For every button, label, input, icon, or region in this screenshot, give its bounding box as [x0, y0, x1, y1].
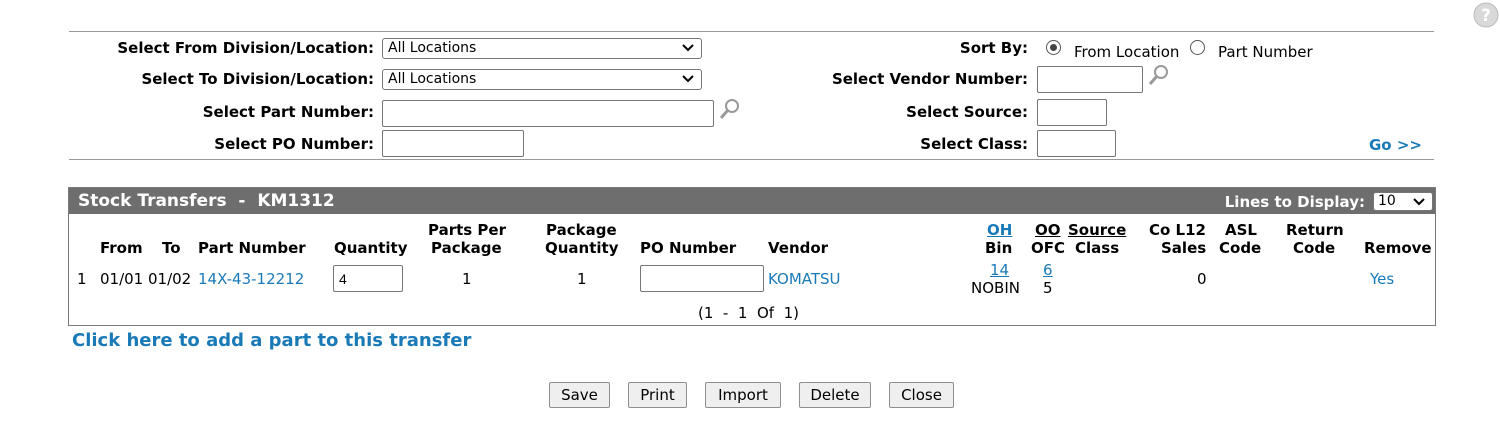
row-remove-link[interactable]: Yes	[1370, 270, 1394, 288]
col-source-sort-link[interactable]: Source	[1068, 221, 1126, 239]
row-vendor-link[interactable]: KOMATSU	[768, 270, 841, 288]
sort-part-number-radio[interactable]	[1190, 40, 1205, 55]
filter-bottom-divider	[69, 159, 1434, 160]
po-number-label: Select PO Number:	[214, 135, 374, 153]
vendor-input[interactable]	[1037, 66, 1143, 93]
add-part-link[interactable]: Click here to add a part to this transfe…	[72, 330, 471, 351]
col-part-number: Part Number	[198, 239, 306, 257]
row-to: 01/02	[148, 270, 192, 288]
panel-header: Stock Transfers - KM1312 Lines to Displa…	[69, 188, 1435, 214]
col-oo-label: OO	[1035, 221, 1061, 239]
col-to: To	[162, 239, 181, 257]
row-parts-per-package: 1	[462, 270, 472, 288]
part-number-label: Select Part Number:	[202, 103, 374, 121]
class-input[interactable]	[1037, 130, 1116, 157]
row-oh-link[interactable]: 14	[990, 261, 1009, 279]
to-division-value: All Locations	[388, 71, 477, 87]
col-vendor: Vendor	[768, 239, 829, 257]
search-icon[interactable]	[718, 97, 742, 121]
delete-button[interactable]: Delete	[799, 382, 871, 408]
chevron-down-icon	[682, 44, 694, 52]
save-button[interactable]: Save	[549, 382, 610, 408]
panel-title: Stock Transfers - KM1312	[78, 191, 335, 211]
col-asl: ASL	[1225, 221, 1257, 239]
stock-transfers-panel: Stock Transfers - KM1312 Lines to Displa…	[68, 187, 1436, 326]
col-from: From	[100, 239, 143, 257]
row-from: 01/01	[100, 270, 144, 288]
go-link[interactable]: Go >>	[1369, 136, 1422, 154]
col-oh-label: OH	[987, 221, 1013, 239]
row-oo-link[interactable]: 6	[1043, 261, 1053, 279]
chevron-down-icon	[1413, 198, 1425, 206]
print-button[interactable]: Print	[628, 382, 687, 408]
col-class: Class	[1075, 239, 1120, 257]
col-return-code: Code	[1293, 239, 1336, 257]
col-parts-per-package-1: Parts Per	[428, 221, 506, 239]
source-input[interactable]	[1037, 99, 1107, 126]
row-package-quantity: 1	[577, 270, 587, 288]
lines-to-display-value: 10	[1378, 193, 1396, 209]
import-button[interactable]: Import	[705, 382, 781, 408]
sort-from-location-radio[interactable]	[1046, 40, 1061, 55]
from-division-select[interactable]: All Locations	[382, 38, 702, 59]
col-sales: Sales	[1161, 239, 1207, 257]
col-bin: Bin	[985, 239, 1013, 257]
row-quantity-input[interactable]	[333, 265, 403, 292]
lines-to-display-select[interactable]: 10	[1373, 192, 1433, 211]
class-label: Select Class:	[920, 135, 1028, 153]
svg-text:?: ?	[1481, 6, 1491, 26]
col-co-l12: Co L12	[1149, 221, 1206, 239]
col-return: Return	[1286, 221, 1344, 239]
col-remove: Remove	[1364, 239, 1432, 257]
col-oh-sort-link[interactable]: OH	[987, 221, 1012, 239]
po-number-input[interactable]	[382, 130, 524, 157]
filter-top-divider	[69, 31, 1434, 32]
col-package-quantity-2: Quantity	[545, 239, 619, 257]
row-oh-value: 14	[990, 261, 1010, 279]
col-oo-sort-link[interactable]: OO	[1035, 221, 1061, 239]
sort-part-number-label: Part Number	[1218, 43, 1313, 61]
vendor-label: Select Vendor Number:	[831, 70, 1028, 88]
col-ofc: OFC	[1031, 239, 1066, 257]
source-label: Select Source:	[906, 103, 1028, 121]
row-bin: NOBIN	[971, 279, 1020, 297]
col-source-label: Source	[1068, 221, 1127, 239]
row-line-number: 1	[77, 270, 87, 288]
col-package-quantity-1: Package	[546, 221, 617, 239]
col-asl-code: Code	[1219, 239, 1262, 257]
col-quantity: Quantity	[334, 239, 408, 257]
close-button[interactable]: Close	[889, 382, 954, 408]
col-parts-per-package-2: Package	[431, 239, 502, 257]
row-po-number-input[interactable]	[640, 265, 764, 292]
chevron-down-icon	[682, 75, 694, 83]
row-ofc: 5	[1043, 279, 1053, 297]
row-part-number-link[interactable]: 14X-43-12212	[198, 270, 304, 288]
from-division-label: Select From Division/Location:	[117, 39, 374, 57]
help-icon[interactable]: ?	[1473, 2, 1499, 28]
sort-from-location-label: From Location	[1074, 43, 1180, 61]
pagination: (1 - 1 Of 1)	[698, 304, 799, 322]
part-number-input[interactable]	[382, 100, 714, 127]
search-icon[interactable]	[1147, 63, 1171, 87]
sort-by-label: Sort By:	[959, 39, 1028, 57]
to-division-label: Select To Division/Location:	[141, 70, 374, 88]
from-division-value: All Locations	[388, 40, 477, 56]
row-sales: 0	[1197, 270, 1207, 288]
to-division-select[interactable]: All Locations	[382, 69, 702, 90]
col-po-number: PO Number	[640, 239, 737, 257]
row-oo-value: 6	[1043, 261, 1053, 279]
lines-to-display-label: Lines to Display:	[1224, 193, 1365, 211]
